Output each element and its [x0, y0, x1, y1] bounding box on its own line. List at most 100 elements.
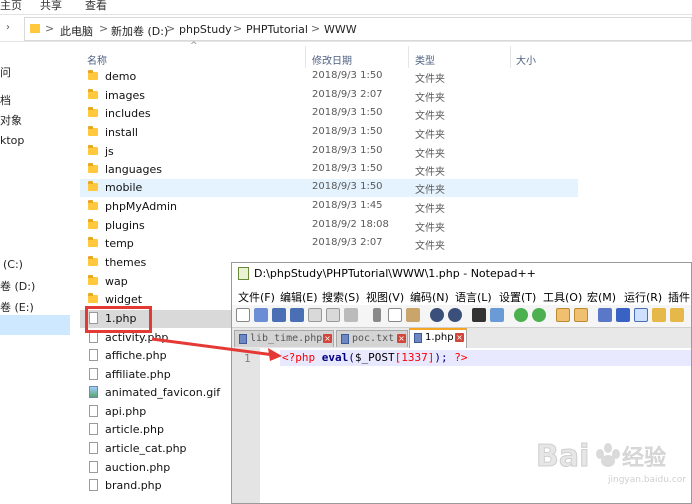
- sync-v-icon[interactable]: [556, 308, 570, 322]
- file-row-brand[interactable]: brand.php: [80, 477, 230, 495]
- column-name[interactable]: 名称: [87, 52, 107, 67]
- ribbon-tab-share[interactable]: 共享: [40, 0, 62, 13]
- nav-item-desktop[interactable]: ktop: [0, 134, 24, 147]
- file-row-affiliate[interactable]: affiliate.php: [80, 366, 230, 384]
- column-date[interactable]: 修改日期: [312, 52, 352, 67]
- ribbon-tab-home[interactable]: 主页: [0, 0, 22, 13]
- menu-file[interactable]: 文件(F): [238, 289, 275, 305]
- menu-encoding[interactable]: 编码(N): [410, 289, 449, 305]
- cut-icon[interactable]: [373, 308, 381, 322]
- zoom-in-icon[interactable]: [514, 308, 528, 322]
- tab-poc[interactable]: poc.txt ×: [336, 330, 408, 347]
- file-row-mobile[interactable]: mobile 2018/9/3 1:50 文件夹: [80, 179, 578, 197]
- menu-language[interactable]: 语言(L): [455, 289, 492, 305]
- breadcrumb-separator[interactable]: >: [233, 22, 242, 35]
- column-size[interactable]: 大小: [516, 52, 536, 67]
- indent-guide-icon[interactable]: [634, 308, 648, 322]
- copy-icon[interactable]: [388, 308, 402, 322]
- nav-item-drive-e[interactable]: 卷 (E:): [0, 299, 34, 315]
- file-row-api[interactable]: api.php: [80, 403, 230, 421]
- code-variable: $_POST: [354, 351, 395, 364]
- file-row-article-cat[interactable]: article_cat.php: [80, 440, 230, 458]
- zoom-out-icon[interactable]: [532, 308, 546, 322]
- doc-map-icon[interactable]: [670, 308, 684, 322]
- nav-arrow-icon[interactable]: ›: [6, 22, 10, 33]
- column-type[interactable]: 类型: [415, 52, 435, 67]
- paste-icon[interactable]: [406, 308, 420, 322]
- undo-icon[interactable]: [430, 308, 444, 322]
- lang-icon[interactable]: [652, 308, 666, 322]
- breadcrumb-separator[interactable]: >: [166, 22, 175, 35]
- column-divider[interactable]: [408, 46, 409, 68]
- file-row-languages[interactable]: languages 2018/9/3 1:50 文件夹: [80, 161, 578, 179]
- tab-close-icon[interactable]: ×: [323, 334, 332, 343]
- menu-tools[interactable]: 工具(O): [543, 289, 582, 305]
- baidu-paw-logo: Bai 经验 jingyan.baidu.com: [536, 439, 692, 486]
- file-row-article[interactable]: article.php: [80, 421, 230, 439]
- file-row-demo[interactable]: demo 2018/9/3 1:50 文件夹: [80, 68, 578, 86]
- address-bar: › > 此电脑 > 新加卷 (D:) > phpStudy > PHPTutor…: [0, 17, 692, 42]
- nav-item-objects[interactable]: 对象: [0, 112, 22, 128]
- nav-item-drive-c[interactable]: (C:): [3, 258, 23, 271]
- file-row-auction[interactable]: auction.php: [80, 459, 230, 477]
- breadcrumb-www[interactable]: WWW: [324, 23, 357, 36]
- replace-icon[interactable]: [490, 308, 504, 322]
- php-file-icon: [89, 442, 98, 454]
- file-row-images[interactable]: images 2018/9/3 2:07 文件夹: [80, 87, 578, 105]
- open-file-icon[interactable]: [254, 308, 268, 322]
- breadcrumb-phptutorial[interactable]: PHPTutorial: [246, 23, 308, 36]
- menu-settings[interactable]: 设置(T): [499, 289, 536, 305]
- breadcrumb-phpstudy[interactable]: phpStudy: [179, 23, 232, 36]
- file-row-phpmyadmin[interactable]: phpMyAdmin 2018/9/3 1:45 文件夹: [80, 198, 578, 216]
- tab-close-icon[interactable]: ×: [455, 333, 464, 342]
- tab-close-icon[interactable]: ×: [397, 334, 406, 343]
- menu-macro[interactable]: 宏(M): [587, 289, 616, 305]
- svg-text:经验: 经验: [622, 446, 666, 471]
- nav-item-drive-d[interactable]: 卷 (D:): [0, 278, 35, 294]
- breadcrumb-drive-d[interactable]: 新加卷 (D:): [111, 23, 168, 39]
- nav-item-docs[interactable]: 档: [0, 92, 11, 108]
- annotation-arrow-icon: [151, 337, 282, 361]
- menu-search[interactable]: 搜索(S): [322, 289, 360, 305]
- all-chars-icon[interactable]: [616, 308, 630, 322]
- breadcrumb-separator[interactable]: >: [45, 22, 54, 35]
- nav-item-quick[interactable]: 问: [0, 64, 11, 80]
- folder-icon: [88, 237, 98, 247]
- breadcrumb-separator[interactable]: >: [311, 22, 320, 35]
- file-row-plugins[interactable]: plugins 2018/9/2 18:08 文件夹: [80, 217, 578, 235]
- print-icon[interactable]: [344, 308, 358, 322]
- menu-plugins[interactable]: 插件: [668, 289, 690, 305]
- close-icon[interactable]: [308, 308, 322, 322]
- sync-h-icon[interactable]: [574, 308, 588, 322]
- column-divider[interactable]: [510, 46, 511, 68]
- file-row-temp[interactable]: temp 2018/9/3 2:07 文件夹: [80, 235, 578, 253]
- menu-view[interactable]: 视图(V): [366, 289, 404, 305]
- file-tab-icon: [414, 333, 422, 343]
- save-all-icon[interactable]: [290, 308, 304, 322]
- folder-icon: [88, 256, 98, 266]
- notepadpp-titlebar[interactable]: D:\phpStudy\PHPTutorial\WWW\1.php - Note…: [232, 263, 691, 285]
- file-row-js[interactable]: js 2018/9/3 1:50 文件夹: [80, 143, 578, 161]
- find-icon[interactable]: [472, 308, 486, 322]
- column-divider[interactable]: [305, 46, 306, 68]
- menu-run[interactable]: 运行(R): [624, 289, 662, 305]
- breadcrumb-separator[interactable]: >: [99, 22, 108, 35]
- menu-edit[interactable]: 编辑(E): [280, 289, 318, 305]
- php-file-icon: [89, 368, 98, 380]
- new-file-icon[interactable]: [236, 308, 250, 322]
- redo-icon[interactable]: [448, 308, 462, 322]
- file-row-animated-favicon[interactable]: animated_favicon.gif: [80, 384, 230, 402]
- php-close-tag: ?>: [454, 351, 468, 364]
- wrap-icon[interactable]: [598, 308, 612, 322]
- file-row-includes[interactable]: includes 2018/9/3 1:50 文件夹: [80, 105, 578, 123]
- close-all-icon[interactable]: [326, 308, 340, 322]
- folder-icon: [88, 219, 98, 229]
- address-box[interactable]: > 此电脑 > 新加卷 (D:) > phpStudy > PHPTutoria…: [24, 17, 692, 41]
- breadcrumb-this-pc[interactable]: 此电脑: [60, 23, 93, 39]
- ribbon: 主页 共享 查看: [0, 0, 692, 15]
- ribbon-tab-view[interactable]: 查看: [85, 0, 107, 13]
- file-row-install[interactable]: install 2018/9/3 1:50 文件夹: [80, 124, 578, 142]
- save-icon[interactable]: [272, 308, 286, 322]
- notepadpp-icon: [238, 267, 249, 280]
- tab-1php[interactable]: 1.php ×: [409, 328, 467, 348]
